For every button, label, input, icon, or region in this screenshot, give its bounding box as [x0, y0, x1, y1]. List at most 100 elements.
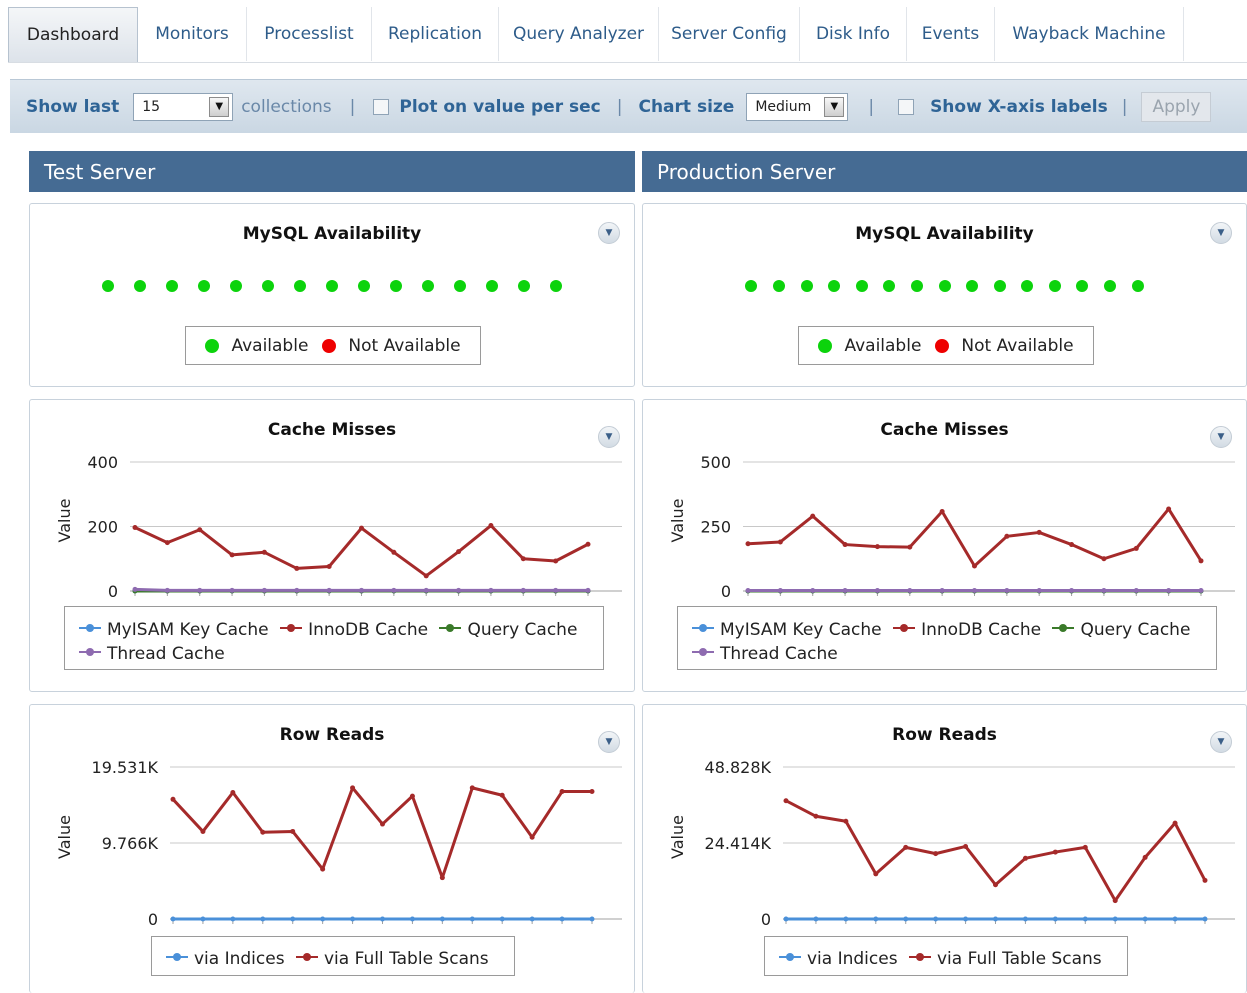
legend-innodb[interactable]: InnoDB Cache [893, 620, 1041, 640]
availability-dot[interactable] [422, 280, 434, 292]
chevron-down-icon[interactable]: ▼ [1210, 426, 1232, 448]
data-point [810, 587, 816, 593]
data-point [359, 525, 364, 531]
data-point [1069, 542, 1075, 548]
legend-myisam[interactable]: MyISAM Key Cache [79, 620, 269, 640]
legend-available[interactable]: Available [818, 336, 921, 356]
availability-dot[interactable] [1076, 280, 1089, 292]
data-point [1172, 820, 1178, 826]
show-x-labels-checkbox[interactable] [898, 98, 915, 115]
data-point [874, 587, 880, 593]
availability-dot[interactable] [486, 280, 498, 292]
toolbar-divider: | [868, 96, 875, 117]
legend-full-table-scans[interactable]: via Full Table Scans [295, 949, 489, 969]
availability-dot[interactable] [358, 280, 370, 292]
availability-dot[interactable] [855, 280, 868, 292]
data-point [1069, 587, 1075, 593]
availability-dot[interactable] [938, 280, 951, 292]
availability-dot[interactable] [518, 280, 530, 292]
availability-dot[interactable] [1131, 280, 1144, 292]
legend-not-available[interactable]: Not Available [322, 336, 461, 356]
availability-dot[interactable] [966, 280, 979, 292]
legend-query[interactable]: Query Cache [1052, 620, 1190, 640]
legend-thread[interactable]: Thread Cache [79, 644, 225, 664]
legend-label: MyISAM Key Cache [720, 620, 882, 640]
tab-disk-info[interactable]: Disk Info [800, 7, 907, 61]
data-point [1082, 916, 1088, 922]
tab-wayback-machine[interactable]: Wayback Machine [995, 7, 1184, 61]
main-tab-bar: Dashboard Monitors Processlist Replicati… [8, 7, 1247, 63]
availability-dot[interactable] [390, 280, 402, 292]
availability-dot[interactable] [772, 280, 785, 292]
collections-select[interactable]: 15 ▼ [133, 92, 234, 121]
tab-monitors[interactable]: Monitors [138, 7, 247, 61]
availability-dot[interactable] [828, 280, 841, 292]
chevron-down-icon[interactable]: ▼ [1210, 731, 1232, 753]
collections-label: collections [241, 96, 332, 117]
legend-not-available[interactable]: Not Available [935, 336, 1074, 356]
legend-thread[interactable]: Thread Cache [692, 644, 838, 664]
availability-dot[interactable] [883, 280, 896, 292]
chevron-down-icon[interactable]: ▼ [1210, 222, 1232, 244]
apply-button[interactable]: Apply [1141, 91, 1212, 122]
cache-misses-legend: MyISAM Key Cache InnoDB Cache Query Cach… [677, 606, 1217, 670]
data-point [290, 916, 296, 922]
availability-dot[interactable] [326, 280, 338, 292]
availability-dot[interactable] [294, 280, 306, 292]
availability-dot[interactable] [134, 280, 146, 292]
legend-via-indices[interactable]: via Indices [779, 949, 898, 969]
availability-dot[interactable] [262, 280, 274, 292]
availability-dot[interactable] [454, 280, 466, 292]
line-marker-icon [779, 953, 801, 961]
data-point [907, 587, 913, 593]
data-point [843, 818, 849, 824]
availability-legend: Available Not Available [798, 326, 1094, 365]
plot-per-sec-checkbox[interactable] [373, 98, 390, 115]
availability-dot[interactable] [800, 280, 813, 292]
availability-legend: Available Not Available [185, 326, 481, 365]
availability-dot[interactable] [166, 280, 178, 292]
chevron-down-icon[interactable]: ▼ [824, 96, 845, 117]
tab-query-analyzer[interactable]: Query Analyzer [499, 7, 659, 61]
data-point [229, 587, 235, 593]
legend-available[interactable]: Available [205, 336, 308, 356]
availability-dot[interactable] [230, 280, 242, 292]
chevron-down-icon[interactable]: ▼ [598, 731, 620, 753]
chevron-down-icon[interactable]: ▼ [598, 426, 620, 448]
data-point [520, 587, 526, 593]
legend-query[interactable]: Query Cache [439, 620, 577, 640]
data-point [993, 916, 998, 922]
row-reads-legend: via Indices via Full Table Scans [764, 936, 1128, 976]
plot-per-sec-label[interactable]: Plot on value per sec [399, 97, 600, 117]
data-point [1142, 854, 1148, 860]
legend-full-table-scans[interactable]: via Full Table Scans [908, 949, 1102, 969]
show-x-labels-label[interactable]: Show X-axis labels [930, 97, 1108, 117]
availability-dot[interactable] [910, 280, 923, 292]
tab-dashboard[interactable]: Dashboard [8, 7, 138, 62]
chevron-down-icon[interactable]: ▼ [209, 96, 230, 117]
data-point [1052, 849, 1058, 855]
tab-events[interactable]: Events [907, 7, 995, 61]
tab-server-config[interactable]: Server Config [659, 7, 800, 61]
availability-dot[interactable] [1048, 280, 1061, 292]
availability-dot[interactable] [102, 280, 114, 292]
legend-via-indices[interactable]: via Indices [166, 949, 285, 969]
availability-dot[interactable] [1021, 280, 1034, 292]
tab-replication[interactable]: Replication [372, 7, 499, 61]
green-dot-icon [205, 338, 220, 353]
y-tick-label: 0 [108, 582, 118, 601]
availability-dot[interactable] [1104, 280, 1117, 292]
data-point [197, 587, 203, 593]
availability-dot[interactable] [198, 280, 210, 292]
data-point [529, 916, 535, 922]
availability-dot[interactable] [550, 280, 562, 292]
y-tick-label: 48.828K [705, 758, 772, 777]
line-marker-icon [439, 624, 462, 632]
chevron-down-icon[interactable]: ▼ [598, 222, 620, 244]
legend-innodb[interactable]: InnoDB Cache [280, 620, 428, 640]
availability-dot[interactable] [993, 280, 1006, 292]
availability-dot[interactable] [745, 280, 758, 292]
tab-processlist[interactable]: Processlist [247, 7, 372, 61]
chart-size-select[interactable]: Medium ▼ [746, 92, 849, 121]
legend-myisam[interactable]: MyISAM Key Cache [692, 620, 882, 640]
